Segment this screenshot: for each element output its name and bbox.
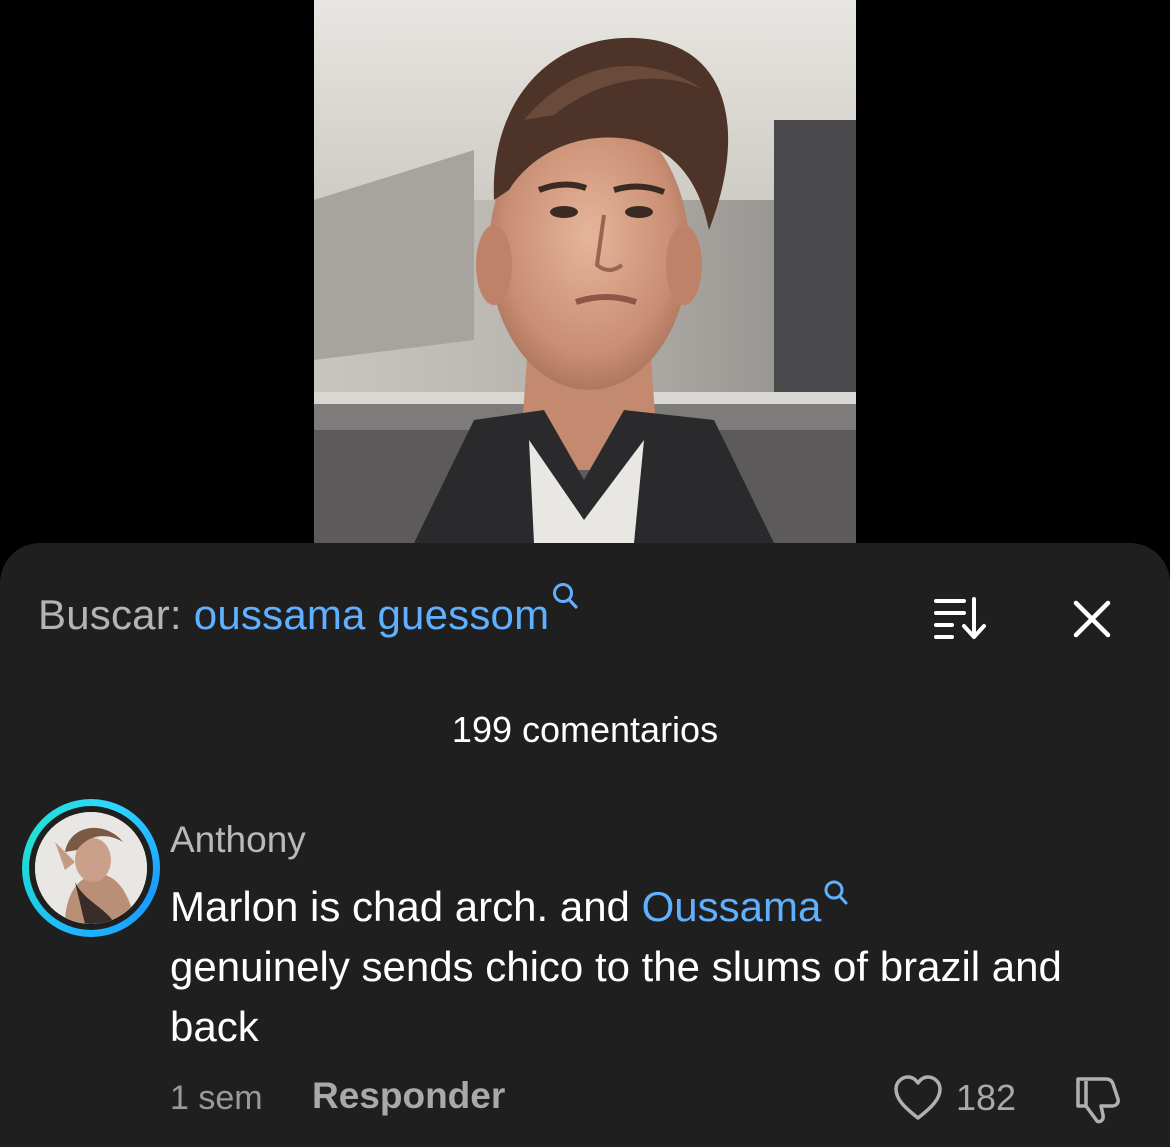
search-query-link[interactable]: oussama guessom [194, 591, 550, 639]
comment-text: Marlon is chad arch. and Oussama genuinel… [170, 877, 1130, 1057]
dislike-button[interactable] [1070, 1071, 1126, 1127]
like-button[interactable] [892, 1073, 944, 1123]
comment-username[interactable]: Anthony [170, 819, 306, 861]
comment-text-part: genuinely sends chico to the slums of br… [170, 943, 1062, 1050]
video-frame-image [314, 0, 856, 543]
sort-button[interactable] [930, 593, 990, 641]
sort-icon [934, 597, 986, 639]
comment-count: 199 comentarios [451, 709, 719, 750]
video-player[interactable] [314, 0, 856, 543]
like-count: 182 [956, 1077, 1017, 1118]
close-button[interactable] [1068, 595, 1116, 643]
close-icon [1073, 600, 1111, 638]
comment-text-part: Marlon is chad arch. and [170, 883, 642, 930]
search-icon[interactable] [823, 863, 849, 905]
user-photo [35, 812, 147, 924]
comments-sheet: Buscar: oussama guessom 199 comentarios … [0, 543, 1170, 1147]
comment-mention-link[interactable]: Oussama [642, 883, 822, 930]
search-icon[interactable] [551, 573, 579, 609]
heart-icon [894, 1075, 942, 1120]
avatar[interactable] [22, 799, 160, 937]
thumbs-down-icon [1076, 1077, 1120, 1124]
screen: Buscar: oussama guessom 199 comentarios … [0, 0, 1170, 1147]
reply-button[interactable]: Responder [312, 1075, 505, 1117]
search-label: Buscar: [38, 591, 182, 638]
search-bar[interactable]: Buscar: oussama guessom [38, 583, 579, 641]
comment-timestamp: 1 sem [170, 1079, 263, 1117]
